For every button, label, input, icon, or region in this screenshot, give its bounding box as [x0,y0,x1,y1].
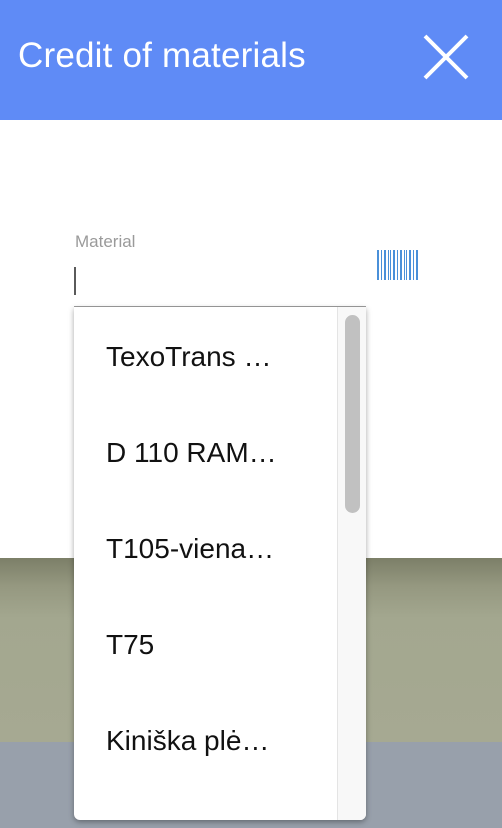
barcode-icon [377,250,418,280]
dropdown-option[interactable]: T105-viena… [106,533,274,565]
dropdown-option[interactable]: Kiniška plė… [106,725,269,757]
app-header: Credit of materials [0,0,502,120]
material-label: Material [75,232,136,251]
material-input[interactable] [74,262,366,307]
dropdown-scrollbar[interactable] [337,307,366,820]
page-title: Credit of materials [18,36,306,75]
material-dropdown[interactable]: TexoTrans … D 110 RAM… T105-viena… T75 K… [74,307,366,820]
close-icon [423,34,469,80]
dropdown-option[interactable]: TexoTrans … [106,341,271,373]
close-button[interactable] [420,31,472,83]
text-caret [74,267,76,295]
barcode-scan-button[interactable] [377,250,419,280]
scrollbar-thumb[interactable] [345,315,360,513]
dropdown-option[interactable]: T75 [106,629,154,661]
dropdown-option[interactable]: D 110 RAM… [106,437,277,469]
